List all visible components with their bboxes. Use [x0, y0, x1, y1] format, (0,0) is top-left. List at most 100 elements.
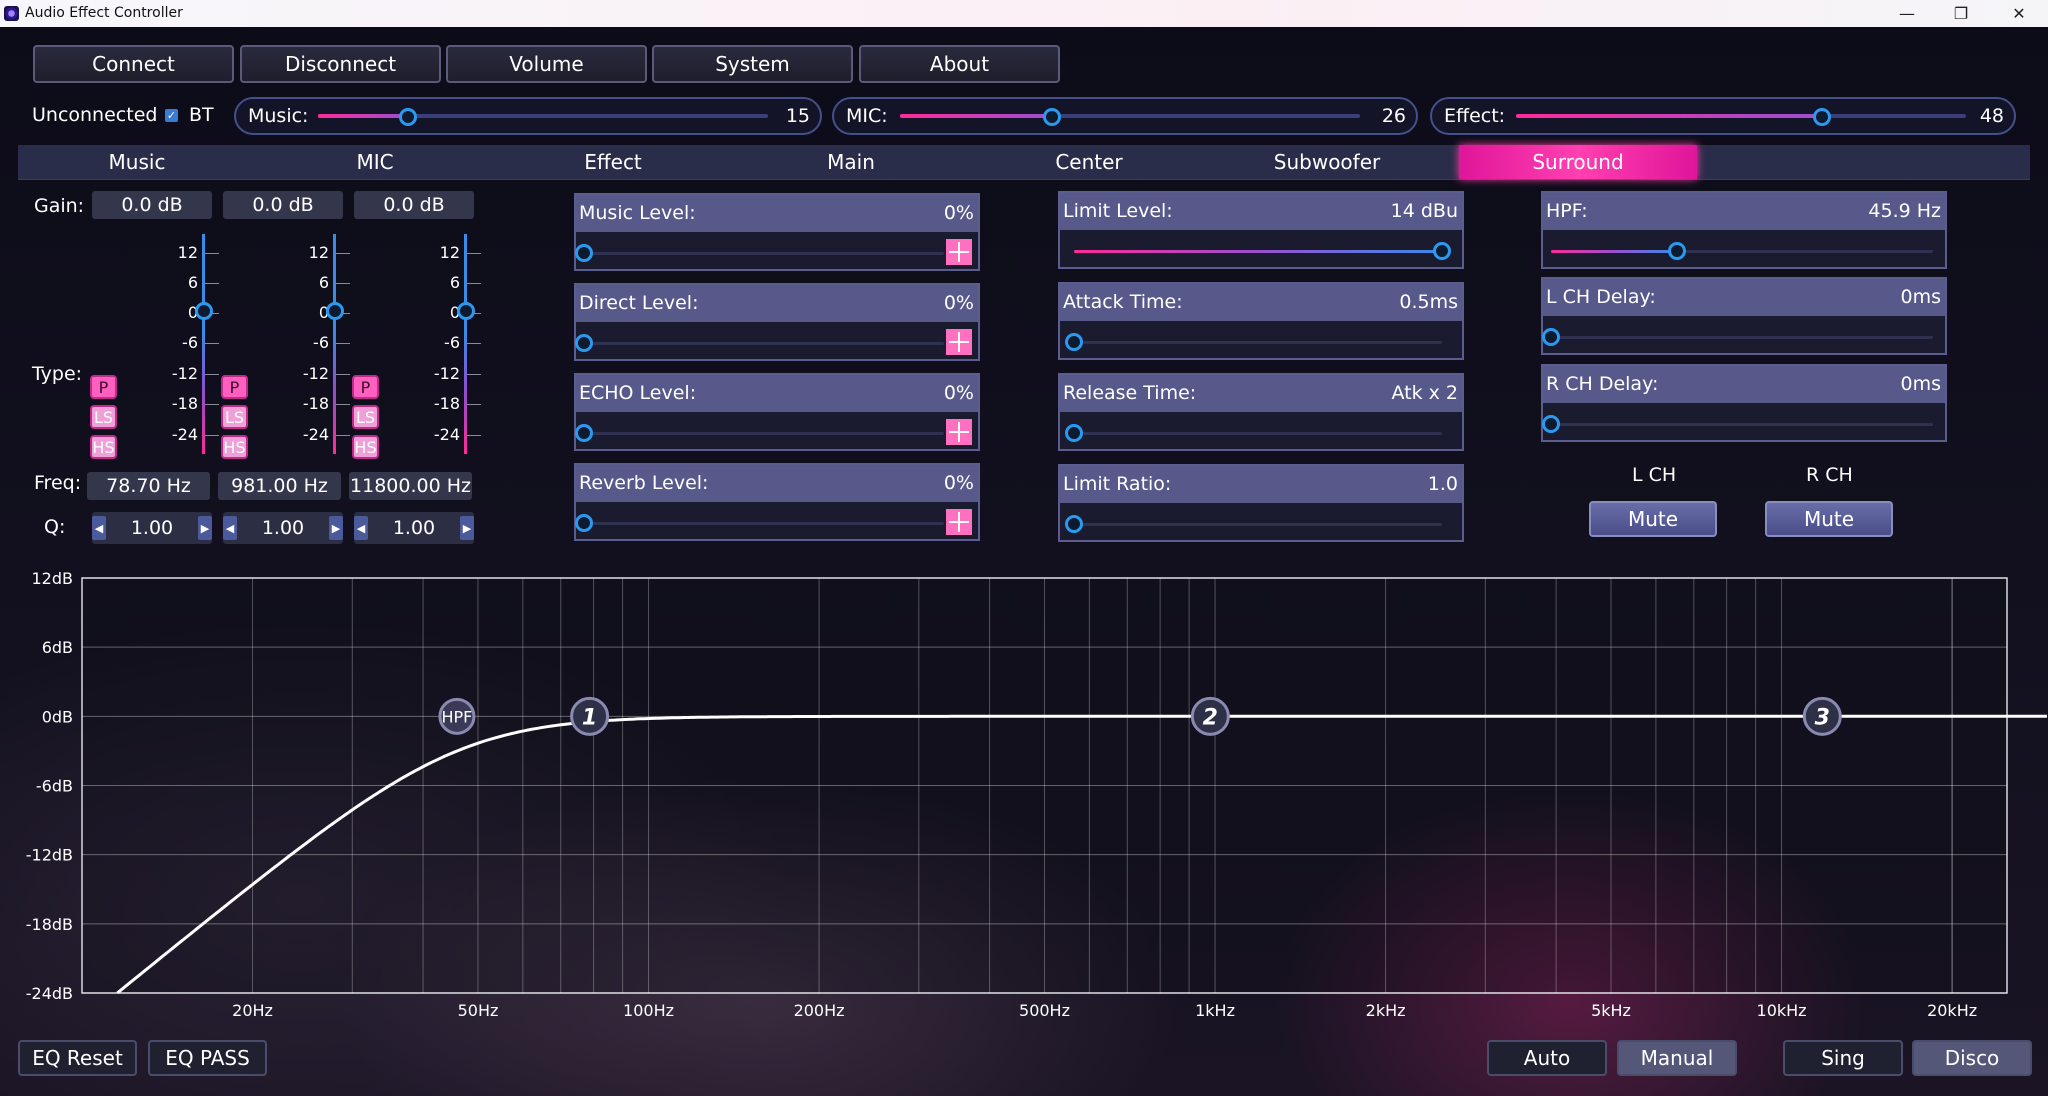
band-2-q-stepper[interactable]: ◀ 1.00 ▶ — [223, 512, 343, 544]
auto-mode-button[interactable]: Auto — [1487, 1040, 1607, 1076]
band-1-type-p-button[interactable]: P — [90, 375, 117, 399]
effect-volume-slider[interactable]: Effect: 48 — [1430, 97, 2016, 135]
gain-scale-tick: -6 — [182, 333, 198, 352]
r-ch-delay-slider-knob[interactable] — [1542, 415, 1560, 433]
type-label: Type: — [32, 363, 83, 385]
disconnect-button[interactable]: Disconnect — [240, 45, 441, 83]
direct-level-slider-knob[interactable] — [575, 334, 593, 352]
reverb-level-slider-track[interactable] — [584, 522, 944, 525]
l-ch-delay-slider-track[interactable] — [1551, 336, 1933, 339]
release-time-slider-knob[interactable] — [1065, 424, 1083, 442]
band-3-gain-knob[interactable] — [457, 302, 475, 320]
r-ch-delay-panel: R CH Delay: 0ms — [1541, 364, 1947, 442]
music-volume-knob[interactable] — [399, 108, 417, 126]
tab-main[interactable]: Main — [732, 145, 970, 179]
x-axis-label: 500Hz — [1019, 1001, 1070, 1020]
sing-preset-button[interactable]: Sing — [1783, 1040, 1903, 1076]
limit-ratio-value: 1.0 — [1427, 473, 1458, 495]
effect-volume-knob[interactable] — [1813, 108, 1831, 126]
band-3-type-hs-button[interactable]: HS — [352, 435, 379, 459]
manual-mode-button[interactable]: Manual — [1617, 1040, 1737, 1076]
minimize-icon[interactable]: — — [1884, 0, 1930, 27]
gain-scale-mark — [336, 374, 350, 375]
direct-level-slider-track[interactable] — [584, 342, 944, 345]
eq-pass-button[interactable]: EQ PASS — [148, 1040, 267, 1076]
band-2-type-ls-button[interactable]: LS — [221, 405, 248, 429]
mic-volume-knob[interactable] — [1042, 108, 1061, 126]
band-1-gain-knob[interactable] — [195, 302, 213, 320]
r-ch-mute-button[interactable]: Mute — [1765, 501, 1893, 537]
echo-level-slider-track[interactable] — [584, 432, 944, 435]
close-icon[interactable]: ✕ — [1996, 0, 2042, 27]
gain-scale-tick: -12 — [433, 364, 460, 383]
eq-response-graph[interactable]: 12dB 6dB 0dB -6dB -12dB -18dB -24dB 20Hz 50Hz 100… — [0, 570, 2048, 1020]
tab-surround[interactable]: Surround — [1459, 145, 1697, 179]
music-volume-slider[interactable]: Music: 15 — [234, 97, 822, 135]
tab-subwoofer[interactable]: Subwoofer — [1208, 145, 1446, 179]
tab-effect[interactable]: Effect — [494, 145, 732, 179]
r-ch-delay-slider-track[interactable] — [1551, 423, 1933, 426]
eq-reset-button[interactable]: EQ Reset — [18, 1040, 137, 1076]
l-ch-mute-button[interactable]: Mute — [1589, 501, 1717, 537]
mic-volume-slider[interactable]: MIC: 26 — [832, 97, 1418, 135]
band-1-q-value: 1.00 — [130, 517, 174, 539]
echo-level-slider-knob[interactable] — [575, 424, 593, 442]
limit-ratio-slider-track[interactable] — [1074, 523, 1442, 526]
reverb-level-slider-knob[interactable] — [575, 514, 593, 532]
gain-scale-tick: 0 — [187, 303, 198, 322]
system-button[interactable]: System — [652, 45, 853, 83]
band-2-gain-slider[interactable] — [333, 234, 336, 454]
gain-scale-mark — [205, 253, 219, 254]
l-ch-delay-slider-knob[interactable] — [1542, 328, 1560, 346]
band-3-q-stepper[interactable]: ◀ 1.00 ▶ — [354, 512, 474, 544]
band-1-type-ls-button[interactable]: LS — [90, 405, 117, 429]
music-level-add-icon[interactable] — [946, 239, 972, 265]
band-3-type-p-button[interactable]: P — [352, 375, 379, 399]
gain-scale-tick: -18 — [433, 394, 460, 413]
hpf-slider-fill — [1551, 250, 1678, 253]
band-1-gain-slider[interactable] — [202, 234, 205, 454]
q-increment-icon[interactable]: ▶ — [460, 516, 474, 540]
gain-scale-mark — [467, 343, 481, 344]
band-1-freq[interactable]: 78.70 Hz — [87, 472, 210, 500]
maximize-icon[interactable]: ❐ — [1938, 0, 1984, 27]
band-1-type-hs-button[interactable]: HS — [90, 435, 117, 459]
bt-checkbox[interactable]: ✓ — [165, 109, 178, 122]
band-1-marker-label: 1 — [582, 705, 597, 730]
band-2-type-p-button[interactable]: P — [221, 375, 248, 399]
direct-level-add-icon[interactable] — [946, 329, 972, 355]
attack-time-slider-track[interactable] — [1074, 341, 1442, 344]
limit-ratio-slider-knob[interactable] — [1065, 515, 1083, 533]
volume-button[interactable]: Volume — [446, 45, 647, 83]
music-level-slider-knob[interactable] — [575, 244, 593, 262]
echo-level-panel: ECHO Level: 0% — [574, 373, 980, 451]
attack-time-slider-knob[interactable] — [1065, 333, 1083, 351]
q-increment-icon[interactable]: ▶ — [198, 516, 212, 540]
band-1-q-stepper[interactable]: ◀ 1.00 ▶ — [92, 512, 212, 544]
release-time-slider-track[interactable] — [1074, 432, 1442, 435]
echo-level-add-icon[interactable] — [946, 419, 972, 445]
band-2-type-hs-button[interactable]: HS — [221, 435, 248, 459]
band-3-type-ls-button[interactable]: LS — [352, 405, 379, 429]
q-increment-icon[interactable]: ▶ — [329, 516, 343, 540]
tab-center[interactable]: Center — [970, 145, 1208, 179]
gain-scale-mark — [205, 343, 219, 344]
y-axis-label: 6dB — [42, 638, 73, 657]
music-level-slider-track[interactable] — [584, 252, 944, 255]
tab-music[interactable]: Music — [18, 145, 256, 179]
release-time-value: Atk x 2 — [1391, 382, 1458, 404]
about-button[interactable]: About — [859, 45, 1060, 83]
reverb-level-add-icon[interactable] — [946, 509, 972, 535]
band-3-gain-slider[interactable] — [464, 234, 467, 454]
band-2-freq[interactable]: 981.00 Hz — [218, 472, 341, 500]
band-2-gain-knob[interactable] — [326, 302, 344, 320]
hpf-slider-knob[interactable] — [1668, 242, 1687, 260]
connect-button[interactable]: Connect — [33, 45, 234, 83]
gain-scale-mark — [205, 404, 219, 405]
limit-level-slider-knob[interactable] — [1433, 242, 1451, 260]
gain-scale-tick: -24 — [171, 425, 198, 444]
tab-mic[interactable]: MIC — [256, 145, 494, 179]
connection-status: Unconnected — [32, 104, 158, 126]
disco-preset-button[interactable]: Disco — [1912, 1040, 2032, 1076]
band-3-freq[interactable]: 11800.00 Hz — [349, 472, 472, 500]
